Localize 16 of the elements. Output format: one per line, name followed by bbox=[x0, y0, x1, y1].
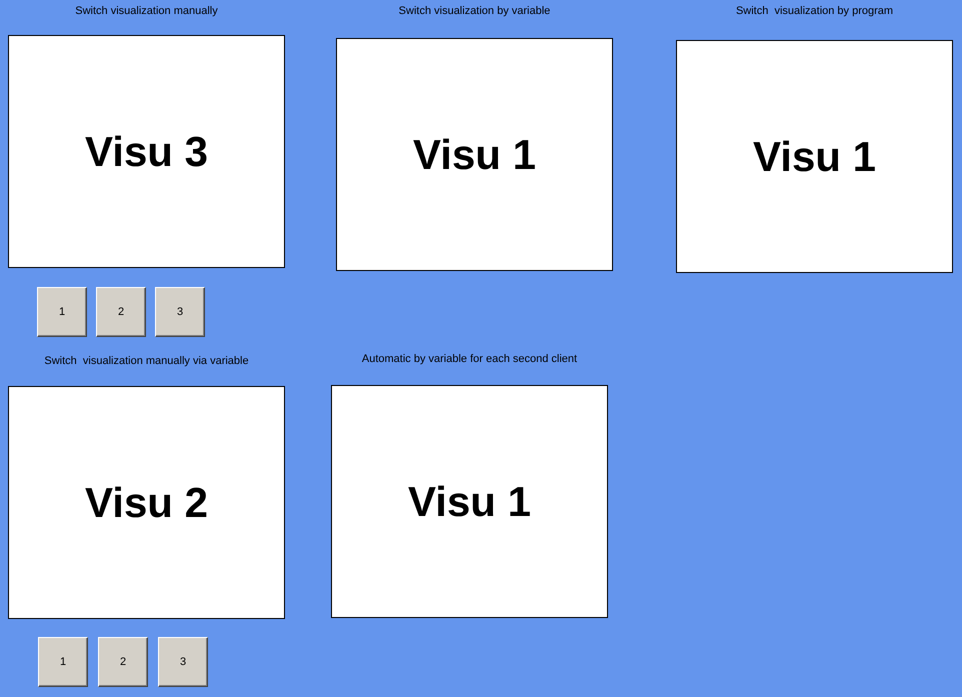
visualization-name: Visu 3 bbox=[85, 128, 208, 176]
visualization-name: Visu 1 bbox=[408, 478, 531, 526]
panel-title: Automatic by variable for each second client bbox=[360, 353, 578, 365]
panel-title: Switch visualization by variable bbox=[398, 5, 552, 17]
number-button[interactable]: 3 bbox=[155, 287, 205, 337]
visualization-name: Visu 2 bbox=[85, 478, 208, 526]
number-button[interactable]: 1 bbox=[38, 637, 88, 687]
panel-title: Switch visualization manually via variable bbox=[43, 355, 250, 367]
visualization-name: Visu 1 bbox=[753, 132, 876, 180]
number-button[interactable]: 1 bbox=[37, 287, 87, 337]
number-button[interactable]: 2 bbox=[98, 637, 148, 687]
visualization-name: Visu 1 bbox=[413, 130, 536, 178]
panel-title: Switch visualization by program bbox=[734, 5, 894, 17]
number-button[interactable]: 3 bbox=[158, 637, 208, 687]
number-button[interactable]: 2 bbox=[96, 287, 146, 337]
panel-title: Switch visualization manually bbox=[74, 5, 219, 17]
